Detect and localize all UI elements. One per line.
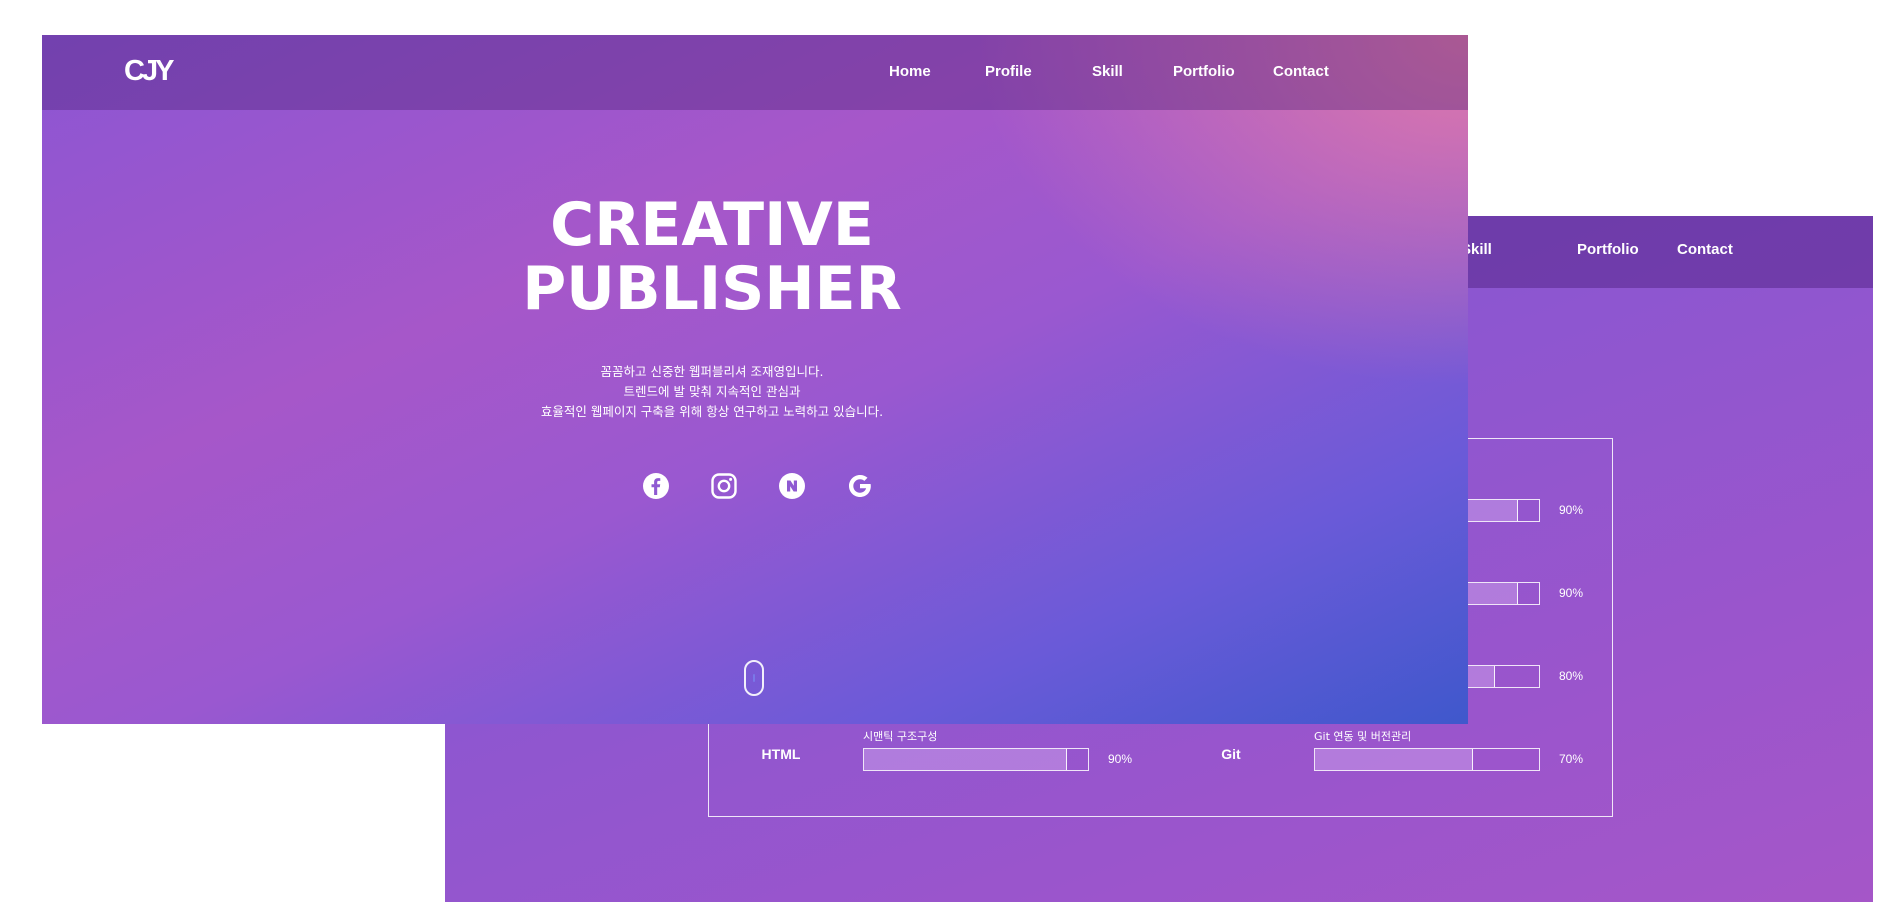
skill-percent: 90%: [1559, 503, 1584, 517]
hero-desc-line3: 효율적인 웹페이지 구축을 위해 항상 연구하고 노력하고 있습니다.: [540, 404, 884, 419]
scroll-dot: [753, 674, 755, 682]
hero-desc-line1: 꼼꼼하고 신중한 웹퍼블리셔 조재영입니다.: [600, 364, 824, 379]
scroll-down-indicator[interactable]: [744, 660, 764, 696]
skill-bar-fill: [1315, 749, 1473, 770]
nav-contact-link[interactable]: Contact: [1677, 241, 1733, 258]
skill-percent: 80%: [1559, 669, 1584, 683]
nav-home-link[interactable]: Home: [889, 63, 931, 80]
nav-contact-link[interactable]: Contact: [1273, 63, 1329, 80]
skill-desc-html: 시맨틱 구조구성: [863, 730, 938, 743]
hero-description: 꼼꼼하고 신중한 웹퍼블리셔 조재영입니다. 트렌드에 발 맞춰 지속적인 관심…: [42, 362, 1425, 422]
skill-bar-html: [863, 748, 1089, 771]
skill-percent-git: 70%: [1559, 752, 1584, 766]
hero-desc-line2: 트렌드에 발 맞춰 지속적인 관심과: [623, 384, 801, 399]
naver-icon[interactable]: [778, 472, 806, 500]
skill-name-git: Git: [1221, 746, 1241, 762]
hero-page-screenshot: CJY Home Profile Skill Portfolio Contact…: [42, 35, 1468, 724]
hero-title-line1: CREATIVE: [550, 190, 874, 260]
skill-desc-git: Git 연동 및 버전관리: [1314, 730, 1412, 743]
nav-skill-link[interactable]: Skill: [1092, 63, 1123, 80]
logo[interactable]: CJY: [124, 55, 174, 88]
google-icon[interactable]: [846, 472, 874, 500]
main-nav: CJY Home Profile Skill Portfolio Contact: [42, 35, 1468, 110]
nav-portfolio-link[interactable]: Portfolio: [1173, 63, 1235, 80]
nav-profile-link[interactable]: Profile: [985, 63, 1032, 80]
skill-percent-html: 90%: [1108, 752, 1133, 766]
facebook-icon[interactable]: [642, 472, 670, 500]
instagram-icon[interactable]: [710, 472, 738, 500]
skill-name-html: HTML: [761, 746, 801, 762]
hero-title: CREATIVE PUBLISHER: [42, 193, 1425, 321]
nav-portfolio-link[interactable]: Portfolio: [1577, 241, 1639, 258]
skill-percent: 90%: [1559, 586, 1584, 600]
skill-bar-git: [1314, 748, 1540, 771]
skill-bar-fill: [864, 749, 1067, 770]
hero-title-line2: PUBLISHER: [522, 254, 902, 324]
